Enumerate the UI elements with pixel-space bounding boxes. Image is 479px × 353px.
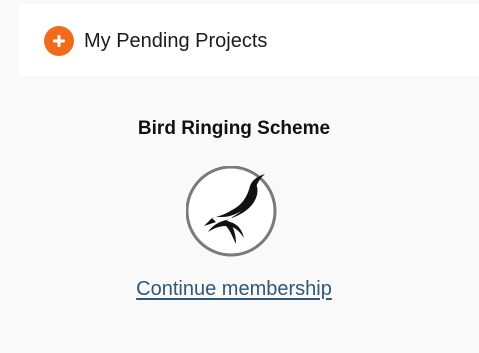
project-name: Bird Ringing Scheme — [137, 118, 331, 139]
plus-circle-icon[interactable] — [44, 26, 74, 56]
continue-membership-link[interactable]: Continue membership — [110, 278, 358, 301]
pending-projects-header: My Pending Projects — [18, 4, 479, 76]
bird-logo-icon — [185, 165, 280, 260]
project-card: Bird Ringing Scheme Continue membership — [110, 110, 358, 310]
page-title: My Pending Projects — [84, 30, 268, 52]
